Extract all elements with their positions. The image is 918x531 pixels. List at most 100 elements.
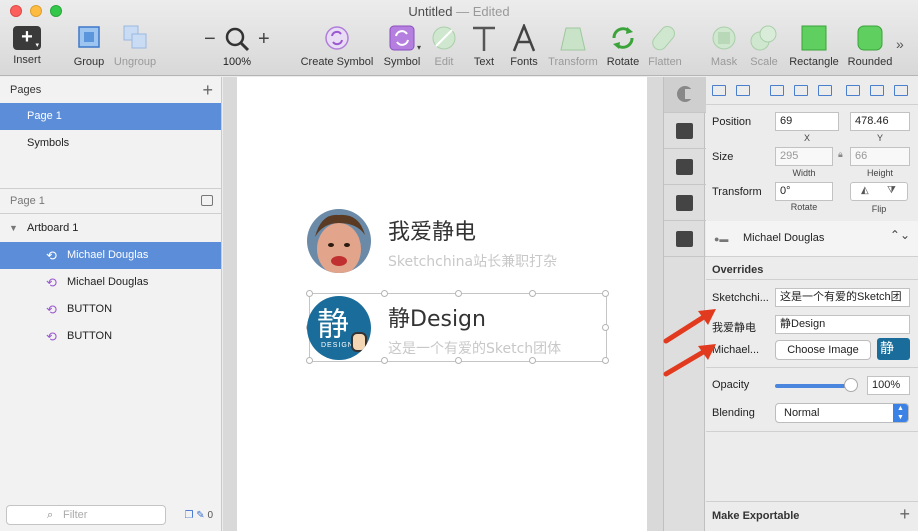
align-top-icon[interactable] <box>770 85 784 96</box>
distribute-vertical-icon[interactable] <box>736 85 750 96</box>
align-middle-icon[interactable] <box>794 85 808 96</box>
prototype-icon <box>676 123 693 139</box>
sync-icon <box>676 195 693 211</box>
group-button[interactable]: Group <box>70 24 108 72</box>
align-center-icon[interactable] <box>870 85 884 96</box>
align-bottom-icon[interactable] <box>818 85 832 96</box>
resize-handle[interactable] <box>529 357 536 364</box>
ungroup-button[interactable]: Ungroup <box>112 24 158 72</box>
position-x-field[interactable]: 69 <box>775 112 839 131</box>
override-text-field[interactable]: 这是一个有爱的Sketch团 <box>775 288 910 307</box>
transform-button[interactable]: Transform <box>546 24 600 72</box>
size-label: Size <box>712 151 734 163</box>
layer-item[interactable]: ⟲ Michael Douglas <box>0 242 221 269</box>
resize-handle[interactable] <box>602 324 609 331</box>
cartoon-face-icon <box>351 332 367 352</box>
layer-item[interactable]: ⟲ Michael Douglas <box>0 269 221 296</box>
ungroup-icon <box>119 24 151 52</box>
tab-prototype[interactable] <box>664 113 706 149</box>
scale-button[interactable]: Scale <box>746 24 782 72</box>
resize-handle[interactable] <box>529 290 536 297</box>
opacity-field[interactable]: 100% <box>867 376 910 395</box>
resize-handle[interactable] <box>306 290 313 297</box>
tab-layout[interactable] <box>664 221 706 257</box>
page-options-icon[interactable] <box>201 195 213 206</box>
item-title: 我爱静电 <box>388 220 477 245</box>
annotation-arrow-icon <box>663 344 716 377</box>
inspector: Position 69 478.46 X Y Size 295 🔒︎ 66 Wi… <box>706 77 918 531</box>
create-symbol-icon <box>321 24 353 52</box>
item-subtitle: Sketchchina站长兼职打杂 <box>388 254 558 270</box>
rectangle-button[interactable]: Rectangle <box>786 24 842 72</box>
tab-person[interactable] <box>664 149 706 185</box>
text-button[interactable]: Text <box>468 24 500 72</box>
flip-horizontal-button[interactable]: ◭ <box>861 185 869 196</box>
pages-header: Pages + <box>0 77 221 103</box>
flip-control: ◭ ⧩ <box>850 182 908 201</box>
mask-icon <box>708 24 740 52</box>
align-right-icon[interactable] <box>894 85 908 96</box>
align-toolbar <box>706 77 918 105</box>
rotate-field[interactable]: 0° <box>775 182 833 201</box>
make-exportable-bar[interactable]: Make Exportable + <box>706 501 918 531</box>
add-page-button[interactable]: + <box>202 77 213 103</box>
tab-sync[interactable] <box>664 185 706 221</box>
symbol-thumbnail-icon: ●▬ <box>714 234 729 244</box>
rounded-button[interactable]: Rounded <box>846 24 894 72</box>
disclosure-triangle-icon[interactable]: ▼ <box>9 215 18 242</box>
blending-select[interactable]: Normal ▲ ▼ <box>775 403 909 423</box>
override-label: Sketchchi... <box>712 292 769 304</box>
canvas[interactable]: 我爱静电 Sketchchina站长兼职打杂 静 DESIGN 静Design <box>223 77 663 531</box>
overrides-header: Overrides <box>712 264 764 276</box>
page-item-page-1[interactable]: Page 1 <box>0 103 221 130</box>
flip-vertical-button[interactable]: ⧩ <box>887 185 896 196</box>
rotate-icon <box>607 24 639 52</box>
symbol-button[interactable]: ▾ Symbol <box>380 24 424 72</box>
fonts-button[interactable]: Fonts <box>506 22 542 72</box>
lock-icon[interactable]: 🔒︎ <box>838 149 843 160</box>
page-item-symbols[interactable]: Symbols <box>0 130 221 157</box>
scale-icon <box>748 24 780 52</box>
insert-button[interactable]: + ▾ Insert <box>6 24 48 72</box>
filter-input[interactable]: ⌕ Filter <box>6 505 166 525</box>
override-text-field[interactable]: 静Design <box>775 315 910 334</box>
zoom-in-button[interactable]: + <box>258 28 270 51</box>
rotate-button[interactable]: Rotate <box>604 24 642 72</box>
mask-button[interactable]: Mask <box>706 24 742 72</box>
width-field[interactable]: 295 <box>775 147 833 166</box>
layer-artboard[interactable]: ▼ Artboard 1 <box>0 215 221 242</box>
chevron-updown-icon: ▲ ▼ <box>893 404 908 422</box>
opacity-slider[interactable] <box>775 384 853 388</box>
add-export-button[interactable]: + <box>899 504 910 525</box>
toolbar-overflow-button[interactable]: » <box>896 36 904 52</box>
opacity-slider-handle[interactable] <box>844 378 858 392</box>
layer-item[interactable]: ⟲ BUTTON <box>0 296 221 323</box>
align-left-icon[interactable] <box>846 85 860 96</box>
resize-handle[interactable] <box>455 290 462 297</box>
logo-avatar[interactable]: 静 DESIGN <box>307 296 371 360</box>
symbol-selector[interactable]: ●▬ Michael Douglas ⌃⌄ <box>706 221 918 257</box>
resize-handle[interactable] <box>602 357 609 364</box>
symbol-instance-icon: ⟲ <box>46 329 57 344</box>
rounded-rectangle-icon <box>854 24 886 52</box>
flatten-button[interactable]: Flatten <box>646 24 684 72</box>
item-subtitle: 这是一个有爱的Sketch团体 <box>388 341 562 357</box>
zoom-out-button[interactable]: − <box>204 28 216 51</box>
position-label: Position <box>712 116 752 128</box>
height-field[interactable]: 66 <box>850 147 910 166</box>
layer-item[interactable]: ⟲ BUTTON <box>0 323 221 350</box>
resize-handle[interactable] <box>381 357 388 364</box>
resize-handle[interactable] <box>602 290 609 297</box>
position-y-field[interactable]: 478.46 <box>850 112 910 131</box>
create-symbol-button[interactable]: Create Symbol <box>298 24 376 72</box>
resize-handle[interactable] <box>455 357 462 364</box>
distribute-horizontal-icon[interactable] <box>712 85 726 96</box>
resize-handle[interactable] <box>306 357 313 364</box>
tab-arrange[interactable] <box>664 77 706 113</box>
edit-button[interactable]: Edit <box>428 24 460 72</box>
artboard[interactable]: 我爱静电 Sketchchina站长兼职打杂 静 DESIGN 静Design <box>237 77 647 531</box>
resize-handle[interactable] <box>381 290 388 297</box>
layer-badge[interactable]: ❐ ✎ 0 <box>185 510 213 521</box>
choose-image-button[interactable]: Choose Image <box>775 340 871 360</box>
avatar[interactable] <box>307 209 371 273</box>
